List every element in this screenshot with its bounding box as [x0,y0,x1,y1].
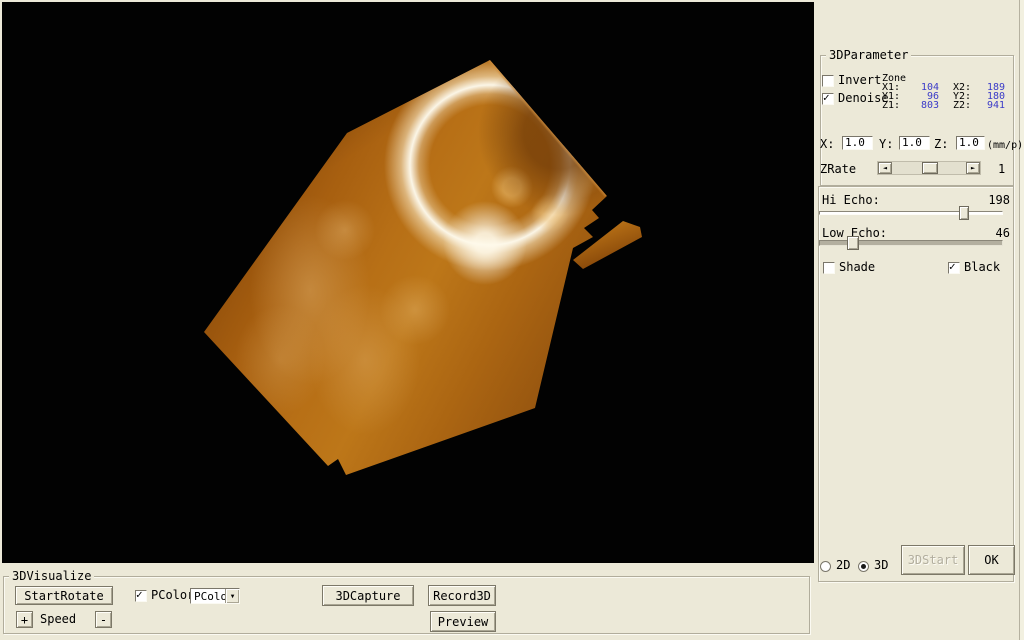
pcolor-label[interactable]: PColor [151,589,194,602]
render-viewport[interactable] [2,2,814,563]
speed-minus-button[interactable]: - [95,611,112,628]
pcolor-dropdown[interactable]: PColor ▼ [190,588,240,604]
zone-z1-label: Z1: [882,101,906,110]
y-scale-label: Y: [879,138,893,151]
radio-2d-label[interactable]: 2D [836,559,850,572]
zone-table: X1: 104 X2: 189 Y1: 96 Y2: 180 Z1: 803 Z… [882,83,1005,110]
window-right-edge [1020,0,1024,640]
start-3d-button[interactable]: 3DStart [901,545,965,575]
radio-3d[interactable] [858,561,869,572]
scroll-left-icon: ◄ [883,164,887,172]
low-echo-slider-thumb[interactable] [847,236,859,250]
preview-button[interactable]: Preview [430,611,496,632]
black-label[interactable]: Black [964,261,1000,274]
ultrasound-volume[interactable] [160,55,640,485]
zrate-scroll-thumb[interactable] [922,162,938,174]
invert-checkbox[interactable]: ✓ [822,75,834,87]
ok-button[interactable]: OK [968,545,1015,575]
invert-label[interactable]: Invert [838,74,881,87]
capture-3d-button[interactable]: 3DCapture [322,585,414,606]
start-rotate-button[interactable]: StartRotate [15,586,113,605]
visualize-group-title: 3DVisualize [9,570,94,582]
shade-checkbox[interactable]: ✓ [823,262,835,274]
radio-dot [861,564,866,569]
shade-label[interactable]: Shade [839,261,875,274]
radio-2d[interactable] [820,561,831,572]
check-icon: ✓ [823,91,830,104]
low-echo-value: 46 [955,227,1010,240]
check-icon: ✓ [136,588,143,601]
record-3d-button[interactable]: Record3D [428,585,496,606]
radio-3d-label[interactable]: 3D [874,559,888,572]
pcolor-checkbox[interactable]: ✓ [135,590,147,602]
hi-echo-label: Hi Echo: [822,194,880,207]
speed-plus-button[interactable]: + [16,611,33,628]
x-scale-field[interactable]: 1.0 [842,136,873,150]
zrate-scrollbar[interactable]: ◄ ► [877,161,981,175]
scroll-right-icon: ► [971,164,975,172]
zone-row-z: Z1: 803 Z2: 941 [882,101,1005,110]
black-checkbox[interactable]: ✓ [948,262,960,274]
zone-z1-value: 803 [906,101,939,110]
denoise-checkbox[interactable]: ✓ [822,93,834,105]
z-scale-label: Z: [934,138,948,151]
zone-z2-value: 941 [977,101,1005,110]
chevron-down-icon: ▼ [231,593,235,600]
hi-echo-slider-track[interactable] [819,211,1003,215]
hi-echo-slider-thumb[interactable] [959,206,969,220]
y-scale-field[interactable]: 1.0 [899,136,930,150]
zrate-scroll-left-button[interactable]: ◄ [878,162,892,174]
x-scale-label: X: [820,138,834,151]
denoise-label[interactable]: Denoise [838,92,889,105]
parameter-group-title: 3DParameter [826,49,911,61]
speed-label: Speed [40,613,76,626]
z-scale-field[interactable]: 1.0 [956,136,985,150]
dropdown-arrow-button[interactable]: ▼ [225,589,239,603]
app-window: { "param_panel": { "group_title": "3DPar… [0,0,1024,640]
volume-right-edge-highlight [487,59,607,197]
zone-z2-label: Z2: [953,101,977,110]
zrate-scroll-right-button[interactable]: ► [966,162,980,174]
check-icon: ✓ [949,260,956,273]
scale-unit-label: (mm/p) [987,139,1023,152]
zrate-label: ZRate [820,163,856,176]
volume-top-edge-highlight [345,55,492,133]
zrate-value: 1 [998,163,1005,176]
